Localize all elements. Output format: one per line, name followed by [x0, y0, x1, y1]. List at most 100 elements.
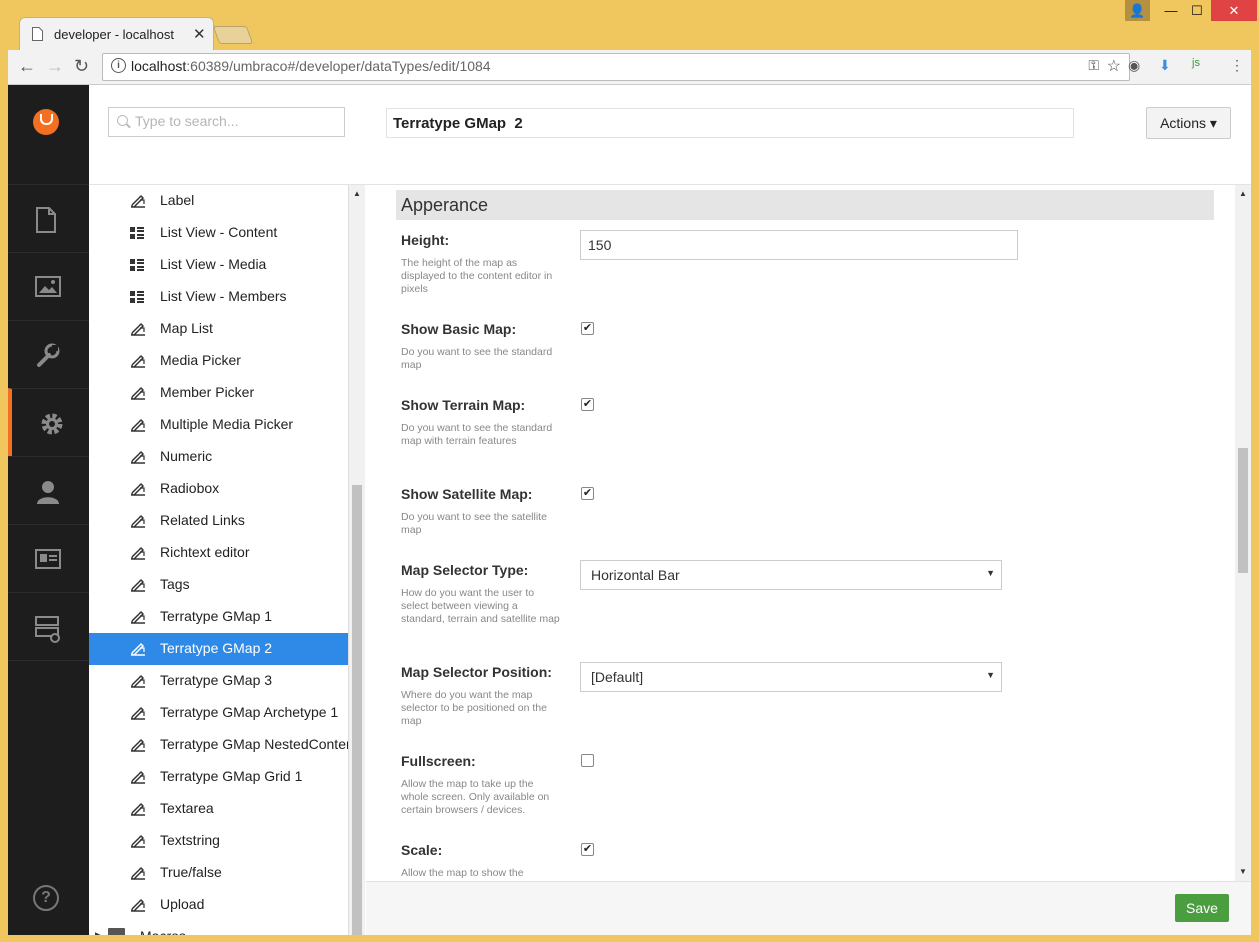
selector-position-select[interactable]: [Default] ▼ [580, 662, 1002, 692]
info-icon[interactable]: i [111, 58, 126, 73]
close-window-button[interactable]: ✕ [1211, 0, 1257, 21]
tree-item[interactable]: Map List [89, 313, 348, 345]
tree-item-label: Map List [160, 320, 213, 336]
scroll-up-icon[interactable]: ▲ [1239, 189, 1247, 198]
tree-item-label: List View - Members [160, 288, 287, 304]
tree-item-label: Textarea [160, 800, 214, 816]
tree-item-label: List View - Content [160, 224, 278, 240]
nav-settings[interactable] [8, 320, 89, 388]
tree-item[interactable]: Terratype GMap 1 [89, 601, 348, 633]
nav-content[interactable] [8, 184, 89, 252]
tree-item-label: Radiobox [160, 480, 220, 496]
nav-developer[interactable] [8, 388, 89, 456]
tree-item[interactable]: Member Picker [89, 377, 348, 409]
tree-item[interactable]: Textarea [89, 793, 348, 825]
tree-item-label: Multiple Media Picker [160, 416, 294, 432]
back-icon[interactable]: ← [18, 56, 36, 77]
tab-close-icon[interactable]: ✕ [193, 25, 206, 43]
tree-item[interactable]: Upload [89, 889, 348, 921]
tree-scrollbar[interactable]: ▲ [348, 185, 365, 935]
content-scrollbar[interactable]: ▲ ▼ [1235, 185, 1251, 881]
editor-header: Actions ▾ [366, 85, 1251, 185]
tree-item[interactable]: Numeric [89, 441, 348, 473]
help-icon[interactable]: ? [33, 885, 59, 911]
nav-media[interactable] [8, 252, 89, 320]
height-input[interactable] [580, 230, 1018, 260]
datatype-icon [130, 770, 146, 784]
nav-forms[interactable] [8, 592, 89, 661]
scale-checkbox[interactable]: ✔ [581, 843, 594, 856]
tree-item[interactable]: List View - Media [89, 249, 348, 281]
tree-item-label: Terratype GMap 1 [160, 608, 273, 624]
user-icon[interactable]: 👤 [1125, 0, 1150, 21]
datatype-icon [130, 418, 146, 432]
new-tab-button[interactable] [212, 26, 254, 44]
tree-item[interactable]: Terratype GMap 3 [89, 665, 348, 697]
tree-item[interactable]: Media Picker [89, 345, 348, 377]
umbraco-logo-icon[interactable] [33, 109, 59, 135]
tree-item[interactable]: Multiple Media Picker [89, 409, 348, 441]
tab-title: developer - localhost [54, 27, 174, 42]
scroll-down-icon[interactable]: ▼ [1239, 867, 1247, 876]
js-extension-icon[interactable]: js [1192, 57, 1200, 69]
caret-right-icon[interactable]: ▶ [95, 930, 102, 935]
tree-item-label: Macros [140, 928, 186, 935]
scroll-up-icon[interactable]: ▲ [353, 189, 361, 198]
tree-item[interactable]: Related Links [89, 505, 348, 537]
datatype-tree: Label List View - Content List View - Medi… [89, 185, 348, 935]
list-icon [130, 290, 146, 304]
key-icon[interactable]: ⚿ [1088, 57, 1099, 74]
menu-icon[interactable]: ⋮ [1230, 57, 1244, 74]
download-icon[interactable]: ⬇ [1159, 57, 1171, 74]
bookmark-star-icon[interactable]: ☆ [1107, 56, 1121, 76]
tree-item[interactable]: Radiobox [89, 473, 348, 505]
maximize-button[interactable]: ☐ [1182, 0, 1212, 21]
tree-item-label: Related Links [160, 512, 245, 528]
tree-item-label: Media Picker [160, 352, 241, 368]
fullscreen-checkbox[interactable] [581, 754, 594, 767]
tree-item[interactable]: Richtext editor [89, 537, 348, 569]
nav-users[interactable] [8, 456, 89, 524]
forward-icon[interactable]: → [46, 56, 64, 77]
search-box[interactable] [108, 107, 345, 137]
tree-item[interactable]: List View - Members [89, 281, 348, 313]
selector-type-value: Horizontal Bar [591, 567, 680, 583]
tree-item[interactable]: Tags [89, 569, 348, 601]
search-input[interactable] [133, 112, 337, 130]
basic-map-checkbox[interactable]: ✔ [581, 322, 594, 335]
satellite-map-checkbox[interactable]: ✔ [581, 487, 594, 500]
tree-item[interactable]: Terratype GMap Grid 1 [89, 761, 348, 793]
tree-item[interactable]: List View - Content [89, 217, 348, 249]
editor-footer: Save [366, 881, 1251, 935]
save-button[interactable]: Save [1175, 894, 1229, 922]
tree-scroll-thumb[interactable] [352, 485, 362, 935]
tree-item[interactable]: True/false [89, 857, 348, 889]
tree-item[interactable]: Textstring [89, 825, 348, 857]
reload-icon[interactable]: ↻ [74, 56, 89, 77]
tree-item-macros[interactable]: ▶ Macros [89, 921, 348, 935]
height-label: Height: [401, 232, 450, 248]
content-scroll-thumb[interactable] [1238, 448, 1248, 573]
selector-type-select[interactable]: Horizontal Bar ▼ [580, 560, 1002, 590]
selector-position-property: Map Selector Position: Where do you want… [401, 664, 561, 728]
scale-label: Scale: [401, 842, 443, 858]
document-icon [36, 207, 56, 233]
tree-item-label: True/false [160, 864, 222, 880]
tree-item[interactable]: Label [89, 185, 348, 217]
tree-item[interactable]: Terratype GMap NestedContent [89, 729, 348, 761]
datatype-icon [130, 482, 146, 496]
extension-icon[interactable]: ◉ [1128, 57, 1140, 74]
datatype-icon [130, 642, 146, 656]
tree-item[interactable]: Terratype GMap Archetype 1 [89, 697, 348, 729]
datatype-name-input[interactable] [386, 108, 1074, 138]
basic-map-description: Do you want to see the standard map [401, 346, 553, 371]
tree-item[interactable]: Terratype GMap 2 [89, 633, 348, 665]
selector-type-property: Map Selector Type: How do you want the u… [401, 562, 561, 626]
nav-members[interactable] [8, 524, 89, 592]
umbraco-app: ? Label List View - Content List View - Me… [8, 85, 1251, 935]
browser-tab[interactable]: developer - localhost ✕ [19, 17, 214, 51]
address-bar[interactable]: i localhost:60389/umbraco#/developer/dat… [102, 53, 1130, 81]
terrain-map-checkbox[interactable]: ✔ [581, 398, 594, 411]
actions-button[interactable]: Actions ▾ [1146, 107, 1231, 139]
id-card-icon [35, 549, 61, 569]
